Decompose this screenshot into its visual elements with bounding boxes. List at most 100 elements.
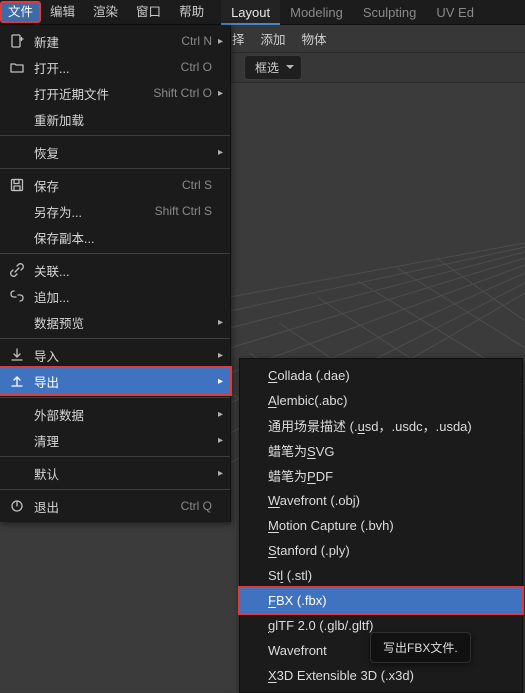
submenu-item-label: 蜡笔为PDF <box>268 466 508 485</box>
menu-item-label: 导出 <box>28 372 212 391</box>
menu-item-label: 保存副本... <box>28 228 212 247</box>
submenu-item[interactable]: FBX (.fbx) <box>240 588 522 613</box>
blank-icon <box>6 431 28 449</box>
submenu-item[interactable]: Motion Capture (.bvh) <box>240 513 522 538</box>
submenu-item[interactable]: Wavefront (.obj) <box>240 488 522 513</box>
menu-item-label: 导入 <box>28 346 212 365</box>
menu-item-shortcut: Ctrl N <box>181 34 212 48</box>
header-item-add[interactable]: 添加 <box>261 29 286 48</box>
menu-item[interactable]: 打开...Ctrl O <box>0 54 230 80</box>
blank-icon <box>6 464 28 482</box>
menu-item[interactable]: 退出Ctrl Q <box>0 493 230 519</box>
blank-icon <box>6 84 28 102</box>
menu-item-label: 退出 <box>28 497 181 516</box>
select-mode-dropdown[interactable]: 框选 <box>244 55 302 80</box>
workspace-tab-uv[interactable]: UV Ed <box>426 0 484 25</box>
workspace-tab-sculpting[interactable]: Sculpting <box>353 0 426 25</box>
menu-item-label: 外部数据 <box>28 405 212 424</box>
file-menu-dropdown: 新建Ctrl N▸打开...Ctrl O打开近期文件Shift Ctrl O▸重… <box>0 25 231 522</box>
menu-item[interactable]: 保存副本... <box>0 224 230 250</box>
menu-item[interactable]: 关联... <box>0 257 230 283</box>
submenu-item[interactable]: 通用场景描述 (.usd，.usdc，.usda) <box>240 413 522 438</box>
topbar: 文件 编辑 渲染 窗口 帮助 Layout Modeling Sculpting… <box>0 0 525 25</box>
blank-icon <box>6 228 28 246</box>
append-icon <box>6 287 28 305</box>
submenu-item[interactable]: 蜡笔为PDF <box>240 463 522 488</box>
tooltip: 写出FBX文件. <box>370 632 471 663</box>
menu-item-label: 另存为... <box>28 202 155 221</box>
workspace-tab-modeling[interactable]: Modeling <box>280 0 353 25</box>
submenu-item[interactable]: X3D Extensible 3D (.x3d) <box>240 663 522 688</box>
menu-separator <box>0 456 230 457</box>
menu-item-label: 数据预览 <box>28 313 212 332</box>
chevron-right-icon: ▸ <box>212 376 222 387</box>
chevron-right-icon: ▸ <box>212 317 222 328</box>
file-new-icon <box>6 32 28 50</box>
menu-item[interactable]: 打开近期文件Shift Ctrl O▸ <box>0 80 230 106</box>
menu-item-label: 保存 <box>28 176 182 195</box>
chevron-right-icon: ▸ <box>212 350 222 361</box>
submenu-item[interactable]: Alembic(.abc) <box>240 388 522 413</box>
menu-item-shortcut: Ctrl O <box>181 60 212 74</box>
import-icon <box>6 346 28 364</box>
menu-separator <box>0 338 230 339</box>
link-icon <box>6 261 28 279</box>
menu-file[interactable]: 文件 <box>0 1 41 23</box>
submenu-item-label: FBX (.fbx) <box>268 593 508 608</box>
menu-item-shortcut: Shift Ctrl S <box>155 204 212 218</box>
menu-item-label: 重新加载 <box>28 110 212 129</box>
blank-icon <box>6 405 28 423</box>
chevron-right-icon: ▸ <box>212 36 222 47</box>
menu-item[interactable]: 另存为...Shift Ctrl S <box>0 198 230 224</box>
tooltip-text: 写出FBX文件. <box>383 641 458 655</box>
submenu-item-label: Wavefront (.obj) <box>268 493 508 508</box>
chevron-right-icon: ▸ <box>212 409 222 420</box>
menu-item[interactable]: 新建Ctrl N▸ <box>0 28 230 54</box>
menu-item-label: 新建 <box>28 32 181 51</box>
menu-separator <box>0 168 230 169</box>
blank-icon <box>6 313 28 331</box>
menu-item[interactable]: 导出▸ <box>0 368 230 394</box>
quit-icon <box>6 497 28 515</box>
menu-item-label: 追加... <box>28 287 212 306</box>
menu-item[interactable]: 数据预览▸ <box>0 309 230 335</box>
header-item-object[interactable]: 物体 <box>302 29 327 48</box>
chevron-right-icon: ▸ <box>212 435 222 446</box>
menu-render[interactable]: 渲染 <box>84 2 127 22</box>
blank-icon <box>6 110 28 128</box>
menu-edit[interactable]: 编辑 <box>41 2 84 22</box>
submenu-item[interactable]: 蜡笔为SVG <box>240 438 522 463</box>
menu-item-label: 默认 <box>28 464 212 483</box>
menu-item[interactable]: 默认▸ <box>0 460 230 486</box>
submenu-item[interactable]: Collada (.dae) <box>240 363 522 388</box>
menu-help[interactable]: 帮助 <box>170 2 213 22</box>
workspace-tab-layout[interactable]: Layout <box>221 0 280 25</box>
menu-item-label: 关联... <box>28 261 212 280</box>
menu-item-label: 打开... <box>28 58 181 77</box>
export-icon <box>6 372 28 390</box>
menu-item[interactable]: 重新加载 <box>0 106 230 132</box>
chevron-right-icon: ▸ <box>212 468 222 479</box>
menu-item-shortcut: Shift Ctrl O <box>153 86 212 100</box>
menu-item[interactable]: 保存Ctrl S <box>0 172 230 198</box>
blank-icon <box>6 143 28 161</box>
menu-separator <box>0 253 230 254</box>
menu-item-label: 恢复 <box>28 143 212 162</box>
menu-separator <box>0 489 230 490</box>
menu-item[interactable]: 导入▸ <box>0 342 230 368</box>
menu-separator <box>0 135 230 136</box>
submenu-item-label: glTF 2.0 (.glb/.gltf) <box>268 618 508 633</box>
chevron-right-icon: ▸ <box>212 88 222 99</box>
submenu-item-label: Alembic(.abc) <box>268 393 508 408</box>
header-item-select[interactable]: 择 <box>232 29 245 48</box>
submenu-item-label: 蜡笔为SVG <box>268 441 508 460</box>
menu-item[interactable]: 清理▸ <box>0 427 230 453</box>
menu-item[interactable]: 恢复▸ <box>0 139 230 165</box>
submenu-item[interactable]: Stanford (.ply) <box>240 538 522 563</box>
main-menu: 文件 编辑 渲染 窗口 帮助 <box>0 0 213 24</box>
submenu-item-label: Stanford (.ply) <box>268 543 508 558</box>
submenu-item[interactable]: Stl (.stl) <box>240 563 522 588</box>
menu-item[interactable]: 外部数据▸ <box>0 401 230 427</box>
menu-item[interactable]: 追加... <box>0 283 230 309</box>
menu-window[interactable]: 窗口 <box>127 2 170 22</box>
